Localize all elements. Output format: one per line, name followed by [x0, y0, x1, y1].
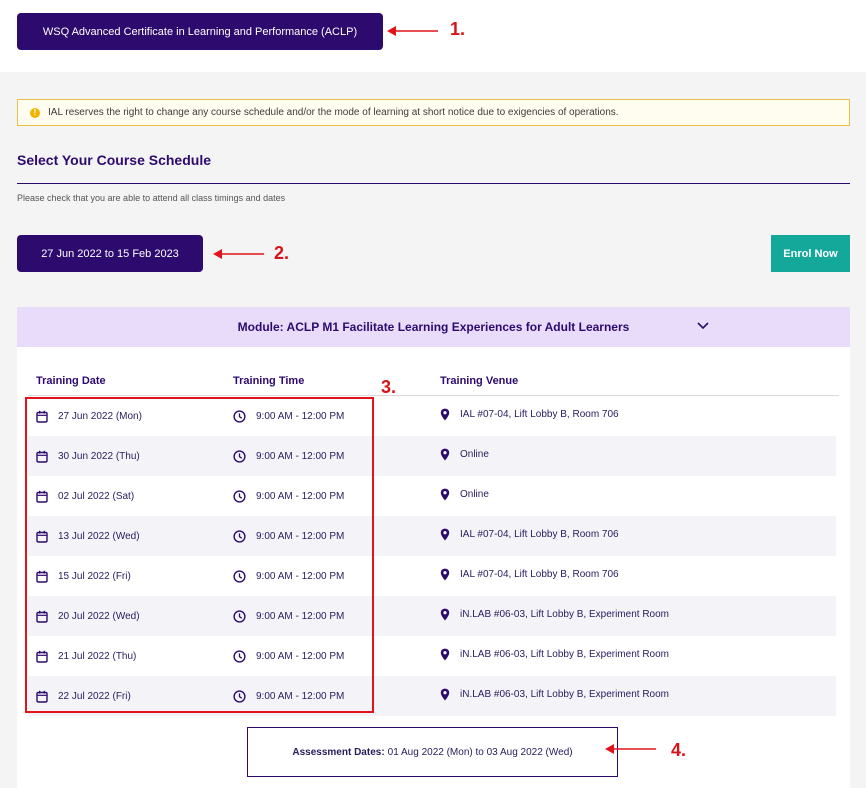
annotation-arrow-1 — [387, 26, 438, 36]
training-venue: IAL #07-04, Lift Lobby B, Room 706 — [460, 408, 619, 420]
annotation-arrow-4 — [605, 744, 656, 754]
row-venue: Online — [440, 474, 489, 514]
notice-banner: ! IAL reserves the right to change any c… — [17, 99, 850, 126]
divider — [17, 183, 850, 184]
annotation-arrow-2 — [213, 249, 264, 259]
training-venue: iN.LAB #06-03, Lift Lobby B, Experiment … — [460, 648, 669, 660]
enrol-now-button[interactable]: Enrol Now — [771, 235, 850, 272]
row-venue: iN.LAB #06-03, Lift Lobby B, Experiment … — [440, 674, 669, 714]
schedule-note: Please check that you are able to attend… — [17, 193, 286, 203]
location-pin-icon — [440, 648, 450, 660]
page-title: Select Your Course Schedule — [17, 152, 211, 168]
row-venue: IAL #07-04, Lift Lobby B, Room 706 — [440, 394, 619, 434]
training-venue: Online — [460, 448, 489, 460]
row-venue: iN.LAB #06-03, Lift Lobby B, Experiment … — [440, 634, 669, 674]
module-accordion-header[interactable]: Module: ACLP M1 Facilitate Learning Expe… — [17, 307, 850, 347]
info-icon: ! — [30, 107, 40, 118]
row-venue: iN.LAB #06-03, Lift Lobby B, Experiment … — [440, 594, 669, 634]
column-header-time: Training Time — [233, 375, 305, 387]
chevron-down-icon[interactable] — [696, 321, 710, 331]
schedule-date-button[interactable]: 27 Jun 2022 to 15 Feb 2023 — [17, 235, 203, 272]
assessment-label: Assessment Dates: — [292, 746, 385, 758]
location-pin-icon — [440, 448, 450, 460]
training-venue: IAL #07-04, Lift Lobby B, Room 706 — [460, 528, 619, 540]
annotation-label-2: 2. — [274, 243, 290, 263]
column-header-venue: Training Venue — [440, 375, 519, 387]
annotation-highlight-box — [25, 397, 374, 713]
training-venue: Online — [460, 488, 489, 500]
location-pin-icon — [440, 528, 450, 540]
row-venue: IAL #07-04, Lift Lobby B, Room 706 — [440, 554, 619, 594]
assessment-dates-box: Assessment Dates: 01 Aug 2022 (Mon) to 0… — [247, 727, 618, 777]
module-title: Module: ACLP M1 Facilitate Learning Expe… — [237, 320, 630, 334]
training-venue: IAL #07-04, Lift Lobby B, Room 706 — [460, 568, 619, 580]
row-venue: IAL #07-04, Lift Lobby B, Room 706 — [440, 514, 619, 554]
location-pin-icon — [440, 488, 450, 500]
training-venue: iN.LAB #06-03, Lift Lobby B, Experiment … — [460, 688, 669, 700]
location-pin-icon — [440, 608, 450, 620]
annotation-label-4: 4. — [671, 740, 687, 760]
location-pin-icon — [440, 568, 450, 580]
location-pin-icon — [440, 688, 450, 700]
location-pin-icon — [440, 408, 450, 420]
annotation-label-1: 1. — [450, 19, 466, 39]
annotation-label-3: 3. — [381, 377, 397, 397]
course-title-button[interactable]: WSQ Advanced Certificate in Learning and… — [17, 13, 383, 50]
row-venue: Online — [440, 434, 489, 474]
column-header-date: Training Date — [36, 375, 106, 387]
assessment-value: 01 Aug 2022 (Mon) to 03 Aug 2022 (Wed) — [387, 746, 573, 758]
notice-text: IAL reserves the right to change any cou… — [48, 107, 619, 118]
training-venue: iN.LAB #06-03, Lift Lobby B, Experiment … — [460, 608, 669, 620]
